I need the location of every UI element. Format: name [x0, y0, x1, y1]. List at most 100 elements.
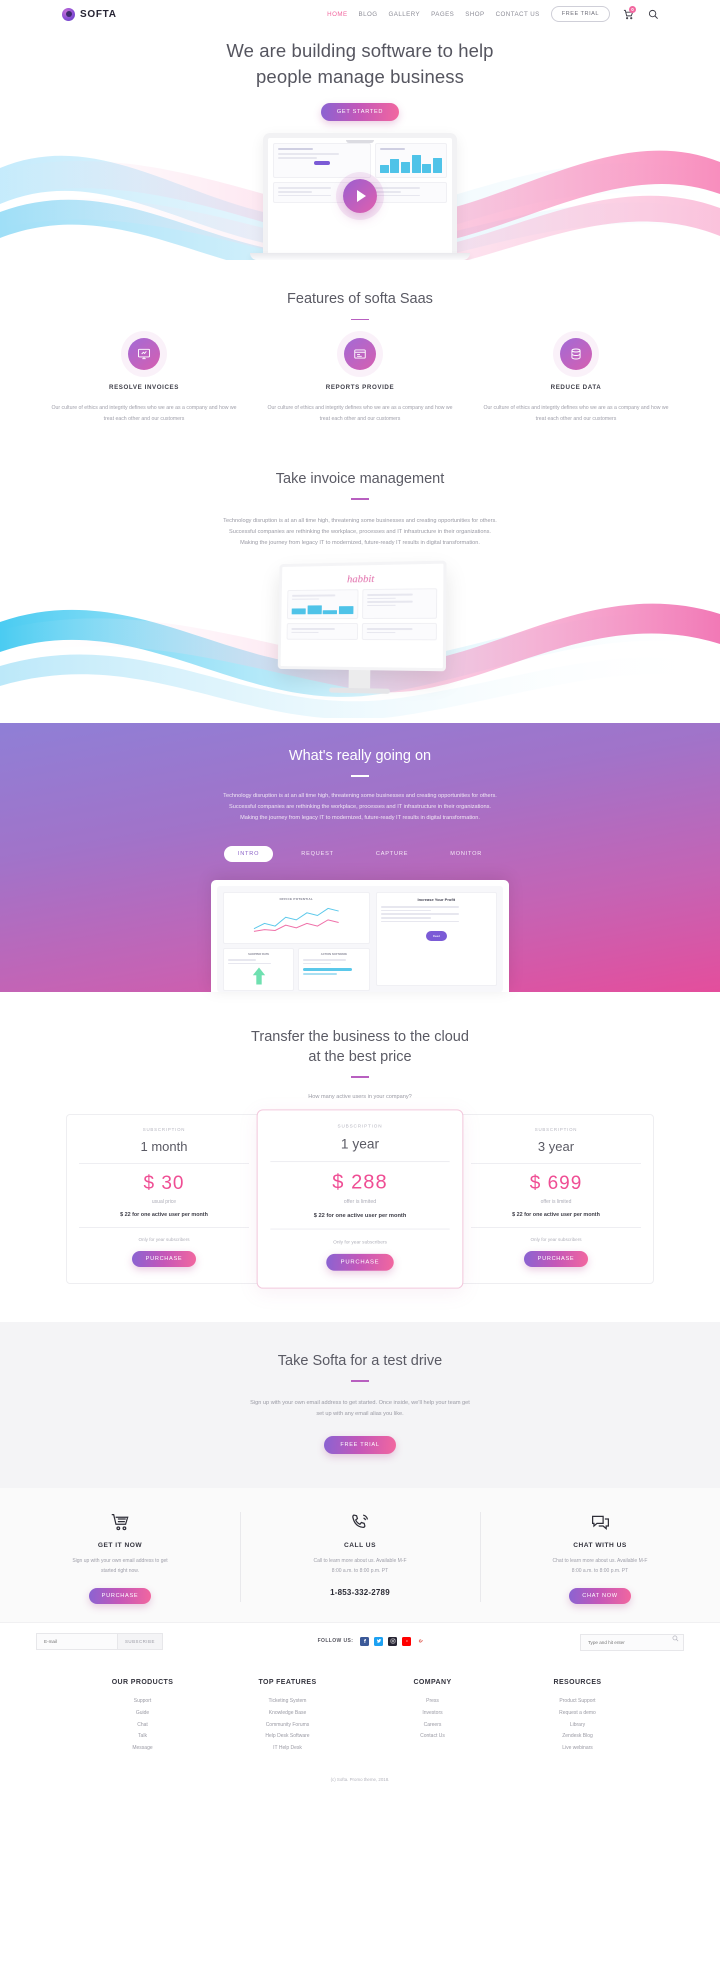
invoice-section: Take invoice management Technology disru… — [0, 424, 720, 723]
feature-title: RESOLVE INVOICES — [109, 384, 179, 392]
get-started-button[interactable]: GET STARTED — [320, 103, 400, 122]
hero-laptop-mockup — [0, 133, 720, 261]
subscribe-button[interactable]: SUBSCRIBE — [118, 1632, 163, 1650]
footer-link[interactable]: Library — [505, 1720, 650, 1732]
instagram-icon[interactable] — [388, 1636, 398, 1646]
monitor-icon — [128, 338, 160, 371]
feature-card: REDUCE DATA Our culture of ethics and in… — [472, 338, 680, 424]
contact-card-call-us: CALL US Call to learn more about us. Ava… — [240, 1510, 480, 1604]
plan-card-1-month: SUBSCRIPTION 1 month $ 30 usual price $ … — [66, 1113, 262, 1284]
test-drive-description: Sign up with your own email address to g… — [0, 1398, 720, 1420]
footer-link[interactable]: Knowledge Base — [215, 1708, 360, 1720]
hero-title-line1: We are building software to help — [226, 40, 494, 61]
nav-item-home[interactable]: HOME — [327, 11, 347, 18]
play-video-button[interactable] — [343, 178, 377, 213]
footer-link[interactable]: Investors — [360, 1708, 505, 1720]
footer-link[interactable]: Help Desk Software — [215, 1731, 360, 1743]
footer-link[interactable]: Contact Us — [360, 1731, 505, 1743]
feature-text: Our culture of ethics and integrity defi… — [267, 405, 453, 422]
nav-item-contact-us[interactable]: CONTACT US — [496, 11, 540, 18]
test-drive-desc-line2: set up with any email alias you like. — [316, 1411, 404, 1418]
footer-link[interactable]: Community Forums — [215, 1720, 360, 1732]
footer-link[interactable]: Message — [70, 1743, 215, 1755]
tab-capture[interactable]: CAPTURE — [362, 846, 422, 862]
landing-page: SOFTA HOME BLOG GALLERY PAGES SHOP CONTA… — [0, 0, 720, 1792]
google-plus-icon[interactable] — [416, 1636, 426, 1646]
cart-icon — [18, 1510, 222, 1534]
footer-link[interactable]: Press — [360, 1696, 505, 1708]
going-on-title: What's really going on — [288, 747, 432, 764]
free-trial-button[interactable]: FREE TRIAL — [550, 6, 610, 22]
footer-search-input[interactable] — [579, 1634, 684, 1652]
panel-promo-title: Increase Your Profit — [417, 897, 456, 903]
footer-link[interactable]: Product Support — [505, 1696, 650, 1708]
contact-purchase-button[interactable]: PURCHASE — [88, 1588, 152, 1605]
plan-purchase-button[interactable]: PURCHASE — [131, 1250, 197, 1267]
twitter-icon[interactable] — [374, 1636, 384, 1646]
pricing-question: How many active users in your company? — [308, 1093, 412, 1100]
contact-text: Call to learn more about us. Available M… — [258, 1557, 462, 1576]
test-drive-rule — [351, 1380, 369, 1382]
search-button[interactable] — [646, 7, 660, 21]
test-drive-section: Take Softa for a test drive Sign up with… — [0, 1321, 720, 1489]
plan-card-3-year: SUBSCRIPTION 3 year $ 699 offer is limit… — [458, 1113, 654, 1284]
invoice-desc-line1: Technology disruption is at an all time … — [223, 517, 497, 524]
footer-link[interactable]: Guide — [70, 1708, 215, 1720]
feature-text: Our culture of ethics and integrity defi… — [483, 405, 669, 422]
test-drive-free-trial-button[interactable]: FREE TRIAL — [324, 1436, 396, 1455]
chat-now-button[interactable]: CHAT NOW — [569, 1588, 631, 1605]
youtube-icon[interactable] — [402, 1636, 412, 1646]
tab-monitor[interactable]: MONITOR — [436, 846, 496, 862]
copyright: (c) Softa. Promo theme, 2018. — [0, 1764, 720, 1792]
footer-link[interactable]: Zendesk Blog — [505, 1731, 650, 1743]
footer-column-title: RESOURCES — [553, 1679, 602, 1687]
plan-purchase-button[interactable]: PURCHASE — [523, 1250, 589, 1267]
plan-purchase-button[interactable]: PURCHASE — [325, 1253, 395, 1271]
tab-request[interactable]: REQUEST — [287, 846, 348, 862]
footer-link[interactable]: Live webinars — [505, 1743, 650, 1755]
whats-going-on-section: What's really going on Technology disrup… — [0, 722, 720, 993]
nav-item-shop[interactable]: SHOP — [465, 11, 484, 18]
footer-link[interactable]: Support — [70, 1696, 215, 1708]
nav-item-gallery[interactable]: GALLERY — [389, 11, 421, 18]
search-icon[interactable] — [672, 1635, 679, 1642]
footer-link[interactable]: IT Help Desk — [215, 1743, 360, 1755]
cart-button[interactable]: 0 — [621, 6, 636, 21]
going-on-description: Technology disruption is at an all time … — [0, 791, 720, 825]
nav-item-blog[interactable]: BLOG — [359, 11, 378, 18]
plan-only-note: Only for year subscribers — [333, 1238, 387, 1245]
facebook-icon[interactable] — [360, 1636, 370, 1646]
laptop-notch — [346, 139, 374, 143]
invoice-desc-line2: Successful companies are rethinking the … — [228, 529, 491, 536]
plan-price: $ 699 — [529, 1172, 583, 1194]
panel-left-card-title: SHOPPER RATE — [248, 953, 270, 957]
footer-link[interactable]: Ticketing System — [215, 1696, 360, 1708]
footer-link[interactable]: Chat — [70, 1720, 215, 1732]
footer-search — [579, 1631, 684, 1652]
search-icon — [648, 9, 658, 19]
contact-text-line2: 8:00 a.m. to 8:00 p.m. PT — [571, 1567, 629, 1574]
pricing-title-line2: at the best price — [308, 1048, 412, 1065]
desktop-monitor-mockup: habbit — [277, 560, 447, 695]
contact-text: Sign up with your own email address to g… — [18, 1557, 222, 1576]
nav-item-pages[interactable]: PAGES — [431, 11, 454, 18]
plan-only-note: Only for year subscribers — [138, 1236, 190, 1242]
footer-link[interactable]: Careers — [360, 1720, 505, 1732]
monitor-stand — [348, 669, 371, 688]
tab-intro[interactable]: INTRO — [223, 846, 274, 863]
contact-text-line1: Chat to learn more about us. Available M… — [552, 1558, 648, 1565]
social-newsletter-bar: SUBSCRIBE FOLLOW US: — [0, 1622, 720, 1660]
monitor-mockup-area: habbit — [0, 558, 720, 723]
contact-text-line2: 8:00 a.m. to 8:00 p.m. PT — [331, 1567, 389, 1574]
line-chart — [253, 908, 339, 932]
feature-card: RESOLVE INVOICES Our culture of ethics a… — [40, 338, 248, 424]
footer-column-our-products: OUR PRODUCTS Support Guide Chat Talk Mes… — [70, 1679, 215, 1755]
footer-link[interactable]: Talk — [70, 1731, 215, 1743]
features-section: Features of softa Saas RESOLVE INVOICES … — [0, 260, 720, 424]
contact-phone-number[interactable]: 1-853-332-2789 — [258, 1588, 462, 1597]
contact-text-line2: started right now. — [100, 1567, 140, 1574]
brand-logo[interactable]: SOFTA — [62, 7, 117, 21]
footer-link[interactable]: Request a demo — [505, 1708, 650, 1720]
panel-read-button[interactable]: Read — [425, 931, 447, 942]
newsletter-email-input[interactable] — [36, 1632, 118, 1650]
